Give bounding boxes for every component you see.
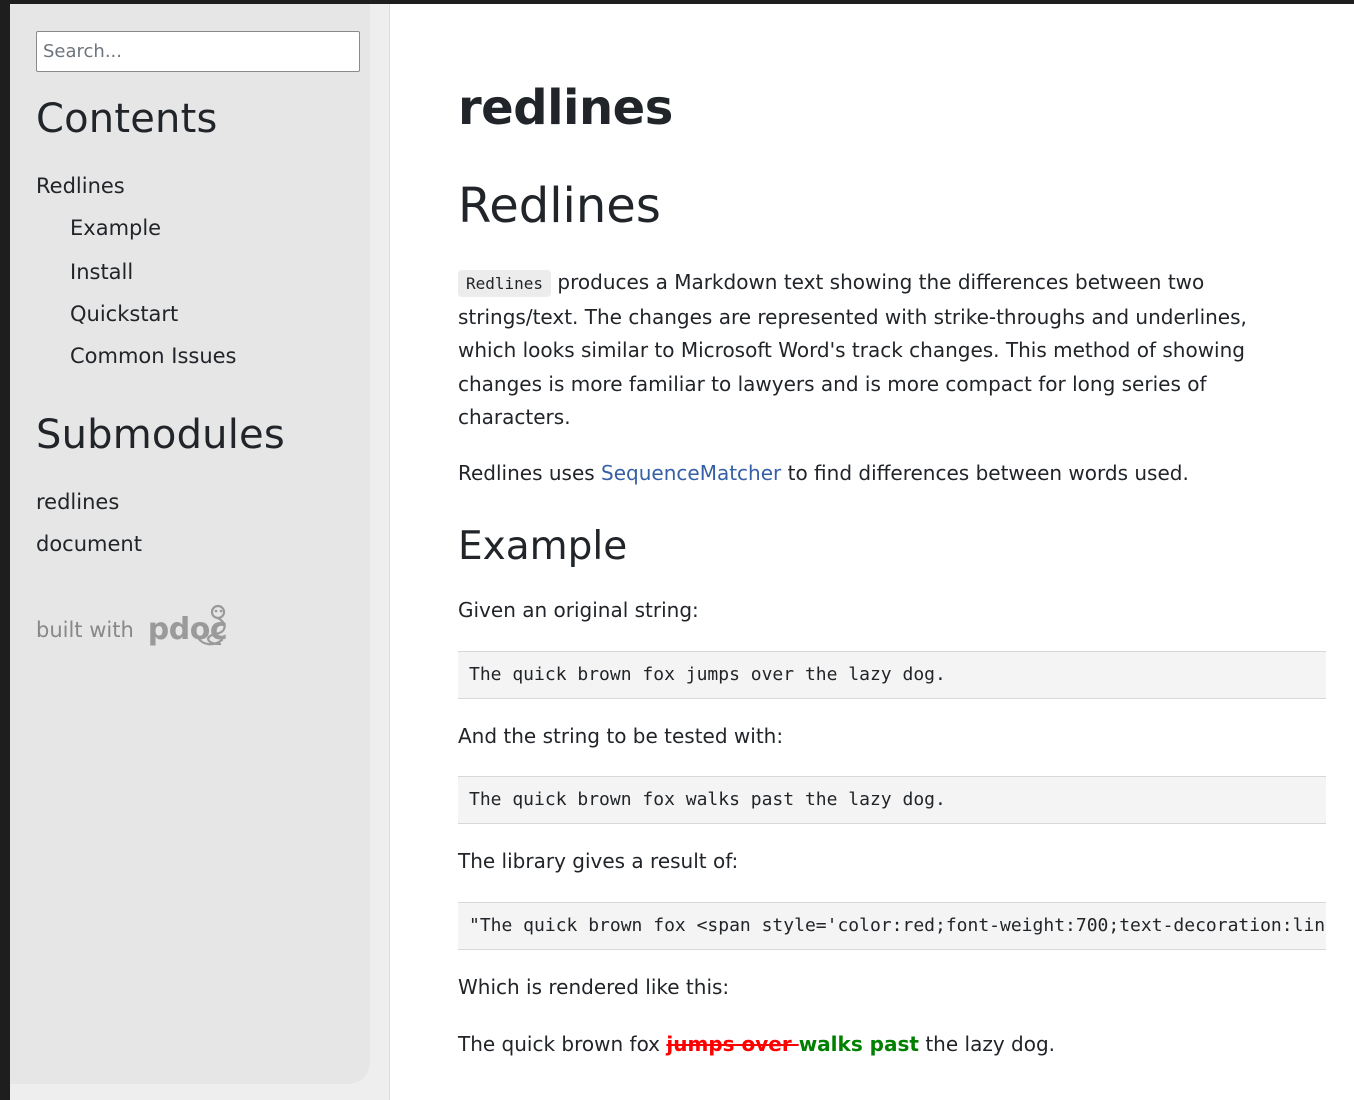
app-frame: Contents Redlines Example Install Quicks… [10, 4, 1354, 1100]
toc-link-install[interactable]: Install [70, 260, 133, 284]
pdoc-logo-link[interactable]: pdoc [148, 604, 228, 647]
rendered-before: The quick brown fox [458, 1032, 667, 1056]
toc-link-quickstart[interactable]: Quickstart [70, 302, 178, 326]
tested-label: And the string to be tested with: [458, 724, 784, 748]
submodule-link-redlines[interactable]: redlines [36, 490, 119, 514]
contents-heading: Contents [36, 96, 218, 142]
sidebar-panel: Contents Redlines Example Install Quicks… [10, 4, 370, 1084]
rendered-inserted: walks past [798, 1032, 919, 1056]
submodules-heading: Submodules [36, 412, 285, 458]
module-title: redlines [458, 80, 673, 136]
built-with-label: built with [36, 617, 134, 642]
snake-icon [196, 604, 226, 646]
rendered-label: Which is rendered like this: [458, 975, 730, 999]
toc-link-common-issues[interactable]: Common Issues [70, 344, 237, 368]
toc-link-redlines[interactable]: Redlines [36, 174, 125, 198]
result-label: The library gives a result of: [458, 849, 739, 873]
search-input[interactable] [36, 31, 360, 72]
example-heading: Example [458, 524, 628, 569]
rendered-example: The quick brown fox jumps over walks pas… [458, 1028, 1268, 1062]
sidebar: Contents Redlines Example Install Quicks… [10, 4, 390, 1100]
uses-text-after: to find differences between words used. [781, 461, 1189, 485]
code-block-result[interactable]: "The quick brown fox <span style='color:… [458, 902, 1326, 950]
intro-text: produces a Markdown text showing the dif… [458, 270, 1247, 430]
uses-paragraph: Redlines uses SequenceMatcher to find di… [458, 457, 1268, 491]
rendered-after: the lazy dog. [918, 1032, 1055, 1056]
code-block-original[interactable]: The quick brown fox jumps over the lazy … [458, 651, 1326, 699]
given-label: Given an original string: [458, 598, 699, 622]
built-with-footer: built with pdoc [36, 604, 228, 647]
inline-code-redlines: Redlines [458, 270, 552, 297]
sequencematcher-link[interactable]: SequenceMatcher [601, 461, 781, 485]
submodule-link-document[interactable]: document [36, 532, 142, 556]
page-heading: Redlines [458, 178, 661, 234]
rendered-deleted: jumps over [666, 1032, 799, 1056]
code-block-tested[interactable]: The quick brown fox walks past the lazy … [458, 776, 1326, 824]
toc-link-example[interactable]: Example [70, 216, 161, 240]
intro-paragraph: Redlines produces a Markdown text showin… [458, 266, 1268, 435]
uses-text-before: Redlines uses [458, 461, 602, 485]
